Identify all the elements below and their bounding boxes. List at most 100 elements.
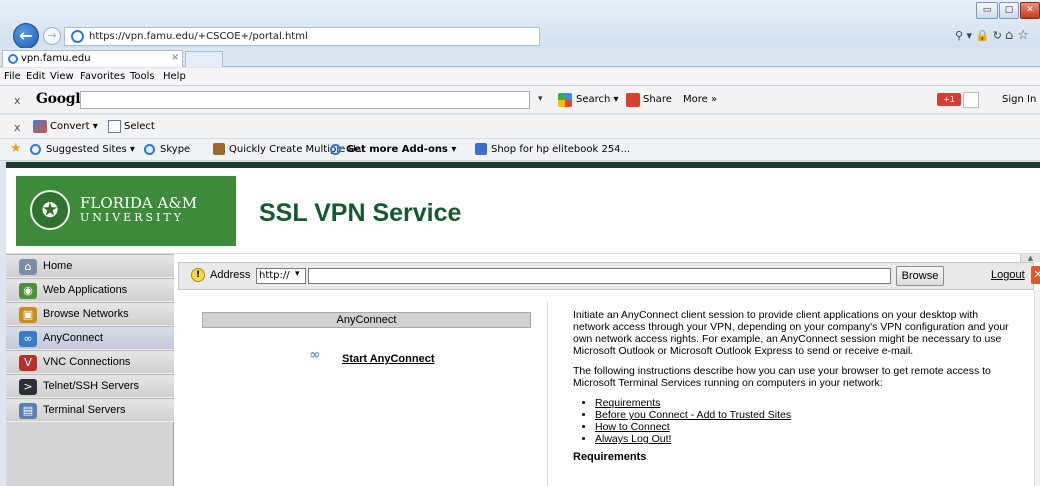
sidebar-item-label: Home <box>43 260 73 272</box>
share-icon <box>626 93 640 107</box>
more-button[interactable]: More » <box>683 94 717 105</box>
tab-vpn-famu[interactable]: vpn.famu.edu × <box>2 50 183 67</box>
google-search-input[interactable] <box>80 91 530 109</box>
toolbar-toggle[interactable] <box>963 92 979 108</box>
tab-row: vpn.famu.edu × <box>0 48 1040 67</box>
convert-button[interactable]: Convert ▾ <box>50 121 98 132</box>
new-tab-button[interactable] <box>185 51 223 67</box>
scrollbar[interactable] <box>1034 290 1040 486</box>
always-log-out-link[interactable]: Always Log Out! <box>595 433 671 445</box>
ie-link-icon <box>30 144 41 155</box>
famu-logo-name: FLORIDA A&M <box>80 194 198 212</box>
info-links: Requirements Before you Connect - Add to… <box>595 397 1013 445</box>
window-controls: ▭ ▢ ✕ <box>976 2 1040 20</box>
anyconnect-start-icon[interactable]: ∞ <box>309 347 325 365</box>
list-item: How to Connect <box>595 421 1013 433</box>
menu-favorites[interactable]: Favorites <box>80 71 125 82</box>
favorite-suggested-sites[interactable]: Suggested Sites ▾ <box>46 144 135 155</box>
sidebar-item-telnet-ssh[interactable]: > Telnet/SSH Servers <box>6 374 174 398</box>
maximize-button[interactable]: ▢ <box>999 2 1019 19</box>
favorite-get-addons[interactable]: Get more Add-ons ▾ <box>346 144 456 155</box>
sidebar-item-vnc-connections[interactable]: V VNC Connections <box>6 350 174 374</box>
list-item: Before you Connect - Add to Trusted Site… <box>595 409 1013 421</box>
browser-chrome: ▭ ▢ ✕ ← → https://vpn.famu.edu/+CSCOE+/p… <box>0 0 1040 162</box>
browse-button[interactable]: Browse <box>896 266 944 286</box>
panel-divider <box>547 302 548 486</box>
sidebar-item-label: VNC Connections <box>43 356 131 368</box>
menu-edit[interactable]: Edit <box>26 71 45 82</box>
shop-icon <box>475 143 487 155</box>
back-button[interactable]: ← <box>13 23 39 49</box>
sidebar: ⌂ Home ◉ Web Applications ▣ Browse Netwo… <box>6 254 174 486</box>
google-toolbar: x Google ▾ Search ▾ Share More » +1 Sign… <box>0 86 1040 114</box>
requirements-heading: Requirements <box>573 451 647 463</box>
favorite-shop-hp[interactable]: Shop for hp elitebook 254... <box>491 144 630 155</box>
convert-icon <box>33 120 47 133</box>
info-paragraph-2: The following instructions describe how … <box>573 365 991 389</box>
menu-bar: File Edit View Favorites Tools Help <box>0 68 1040 86</box>
start-anyconnect-link[interactable]: Start AnyConnect <box>342 353 435 365</box>
chevron-down-icon[interactable]: ▾ <box>295 269 300 279</box>
address-row: ▭ ▢ ✕ ← → https://vpn.famu.edu/+CSCOE+/p… <box>0 0 1040 49</box>
forward-button[interactable]: → <box>43 27 61 45</box>
menu-view[interactable]: View <box>50 71 74 82</box>
logout-link[interactable]: Logout <box>991 269 1025 281</box>
close-tab-icon[interactable]: × <box>171 52 179 63</box>
google-search-icon <box>558 93 572 107</box>
terminal-server-icon: ▤ <box>19 403 37 419</box>
list-item: Requirements <box>595 397 1013 409</box>
sidebar-item-terminal-servers[interactable]: ▤ Terminal Servers <box>6 398 174 422</box>
share-button[interactable]: Share <box>643 94 672 105</box>
favorites-star-icon[interactable]: ★ <box>10 141 22 156</box>
ie-tab-icon <box>8 54 18 64</box>
list-item: Always Log Out! <box>595 433 1013 445</box>
menu-tools[interactable]: Tools <box>130 71 155 82</box>
warning-icon: ! <box>191 268 205 282</box>
sidebar-item-home[interactable]: ⌂ Home <box>6 254 174 278</box>
portal-address-bar: ! Address http:// ▾ Browse Logout ✕ <box>178 262 1040 290</box>
globe-icon: ◉ <box>19 283 37 299</box>
ie-link-icon <box>330 144 341 155</box>
google-plus-icon[interactable]: +1 <box>937 93 961 106</box>
favorite-skype[interactable]: Skype <box>160 144 190 155</box>
trusted-sites-link[interactable]: Before you Connect - Add to Trusted Site… <box>595 409 791 421</box>
sidebar-item-label: Browse Networks <box>43 308 129 320</box>
vnc-icon: V <box>19 355 37 371</box>
menu-file[interactable]: File <box>4 71 21 82</box>
favorites-bar: ★ Suggested Sites ▾ Skype Quickly Create… <box>0 139 1040 161</box>
ie-page-icon <box>71 30 84 43</box>
google-search-button[interactable]: Search ▾ <box>576 94 619 105</box>
search-dropdown-icon[interactable]: ▾ <box>538 94 543 104</box>
vpn-portal-page: ✪ FLORIDA A&M UNIVERSITY SSL VPN Service… <box>6 162 1040 486</box>
address-input[interactable] <box>308 268 891 284</box>
convert-toolbar: x Convert ▾ Select <box>0 115 1040 139</box>
sidebar-item-web-applications[interactable]: ◉ Web Applications <box>6 278 174 302</box>
select-button[interactable]: Select <box>124 121 155 132</box>
network-folder-icon: ▣ <box>19 307 37 323</box>
close-convert-toolbar-icon[interactable]: x <box>14 121 21 134</box>
terminal-icon: > <box>19 379 37 395</box>
info-paragraph-1: Initiate an AnyConnect client session to… <box>573 309 1009 357</box>
close-toolbar-icon[interactable]: x <box>14 94 21 107</box>
sidebar-item-label: Terminal Servers <box>43 404 126 416</box>
url-controls[interactable]: ⚲ ▾ 🔒 ↻ <box>955 29 1002 42</box>
url-text[interactable]: https://vpn.famu.edu/+CSCOE+/portal.html <box>89 31 308 42</box>
sign-in-link[interactable]: Sign In <box>1002 94 1036 105</box>
favorite-quickly-create[interactable]: Quickly Create Multiple U... <box>229 144 365 155</box>
ie-link-icon <box>144 144 155 155</box>
famu-logo: ✪ FLORIDA A&M UNIVERSITY <box>16 176 236 246</box>
logout-icon[interactable]: ✕ <box>1031 266 1040 284</box>
select-icon <box>108 120 121 133</box>
sidebar-item-browse-networks[interactable]: ▣ Browse Networks <box>6 302 174 326</box>
page-title: SSL VPN Service <box>259 199 462 227</box>
home-favorites-icons[interactable]: ⌂ ☆ <box>1005 28 1029 43</box>
sidebar-item-label: Web Applications <box>43 284 128 296</box>
how-to-connect-link[interactable]: How to Connect <box>595 421 670 433</box>
menu-help[interactable]: Help <box>163 71 186 82</box>
sidebar-item-anyconnect[interactable]: ∞ AnyConnect <box>6 326 174 350</box>
minimize-button[interactable]: ▭ <box>976 2 998 19</box>
close-window-button[interactable]: ✕ <box>1020 2 1040 19</box>
url-bar[interactable]: https://vpn.famu.edu/+CSCOE+/portal.html <box>64 27 540 46</box>
requirements-link[interactable]: Requirements <box>595 397 660 409</box>
scroll-up-button[interactable]: ▲ <box>1020 254 1040 262</box>
